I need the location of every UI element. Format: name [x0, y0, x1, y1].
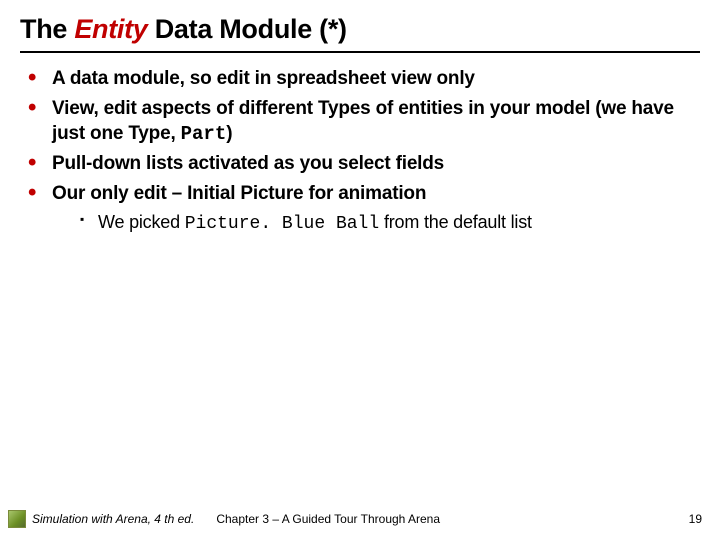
- sub-list-item: We picked Picture. Blue Ball from the de…: [80, 211, 700, 236]
- footer-chapter: Chapter 3 – A Guided Tour Through Arena: [216, 512, 440, 526]
- bullet-list: A data module, so edit in spreadsheet vi…: [20, 67, 700, 236]
- bullet-text: A data module, so edit in spreadsheet vi…: [52, 68, 475, 89]
- sub-list: We picked Picture. Blue Ball from the de…: [52, 211, 700, 236]
- sub-text-post: from the default list: [379, 212, 532, 232]
- list-item: A data module, so edit in spreadsheet vi…: [26, 67, 700, 91]
- slide: The Entity Data Module (*) A data module…: [0, 0, 720, 540]
- bullet-text: Pull-down lists activated as you select …: [52, 153, 444, 174]
- page-number: 19: [689, 512, 702, 526]
- footer-book: Simulation with Arena, 4 th ed.: [32, 512, 194, 526]
- slide-title: The Entity Data Module (*): [20, 14, 700, 45]
- list-item: Pull-down lists activated as you select …: [26, 152, 700, 176]
- title-rule: [20, 51, 700, 53]
- title-pre: The: [20, 14, 74, 44]
- book-icon: [8, 510, 26, 528]
- sub-code: Picture. Blue Ball: [185, 214, 379, 234]
- title-post: Data Module (*): [148, 14, 347, 44]
- bullet-text-pre: View, edit aspects of different Types of…: [52, 98, 674, 143]
- list-item: Our only edit – Initial Picture for anim…: [26, 182, 700, 236]
- sub-text-pre: We picked: [98, 212, 185, 232]
- bullet-text: Our only edit – Initial Picture for anim…: [52, 183, 426, 204]
- footer: Simulation with Arena, 4 th ed. Chapter …: [0, 510, 720, 528]
- list-item: View, edit aspects of different Types of…: [26, 97, 700, 146]
- bullet-code: Part: [181, 123, 227, 145]
- bullet-text-post: ): [226, 123, 232, 144]
- title-emphasis: Entity: [74, 14, 147, 44]
